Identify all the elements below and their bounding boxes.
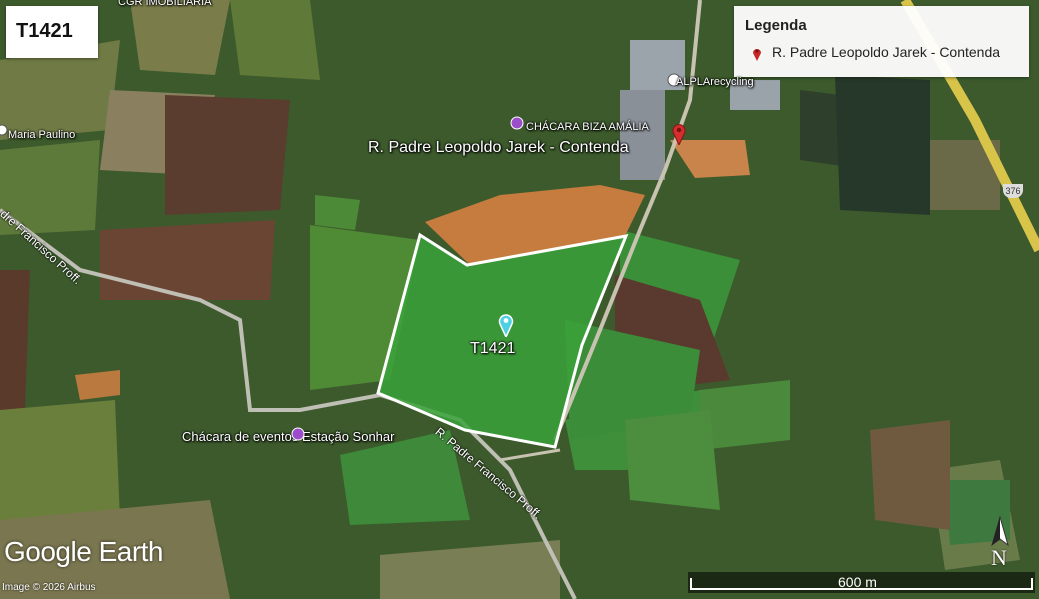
place-label-chacara-eventos: Chácara de eventos Estação Sonhar	[182, 429, 395, 444]
red-marker-icon	[753, 48, 761, 61]
legend-panel: Legenda R. Padre Leopoldo Jarek - Conten…	[734, 6, 1029, 77]
place-label-cgr: CGR IMOBILIÁRIA	[118, 0, 212, 8]
highway-shield: 376	[1003, 184, 1023, 198]
place-label-chacara-biza: CHÁCARA BIZA AMÁLIA	[526, 121, 649, 133]
scale-bar: 600 m	[688, 572, 1035, 593]
marker-label: R. Padre Leopoldo Jarek - Contenda	[368, 139, 629, 156]
title-box: T1421	[6, 6, 98, 58]
legend-item[interactable]: R. Padre Leopoldo Jarek - Contenda	[752, 44, 1000, 61]
location-marker-icon[interactable]	[672, 123, 686, 145]
parcel-label: T1421	[470, 340, 516, 357]
place-label-alpla: ALPLArecycling	[676, 76, 754, 88]
north-arrow: N	[985, 515, 1015, 573]
place-label-maria-paulino: Maria Paulino	[8, 129, 76, 141]
copyright-text: Image © 2026 Airbus	[2, 582, 96, 593]
north-label: N	[991, 545, 1007, 570]
title-text: T1421	[16, 20, 73, 42]
scale-bar-line	[690, 578, 1033, 590]
purple-place-icon	[510, 116, 524, 130]
place-pin-icon	[0, 124, 8, 136]
parcel-marker-icon[interactable]	[498, 313, 514, 337]
legend-item-label: R. Padre Leopoldo Jarek - Contenda	[772, 44, 1001, 60]
google-earth-logo: Google Earth	[4, 536, 164, 567]
purple-place-icon-eventos	[291, 427, 305, 441]
legend-title: Legenda	[745, 17, 807, 34]
north-arrow-icon	[991, 515, 1009, 547]
